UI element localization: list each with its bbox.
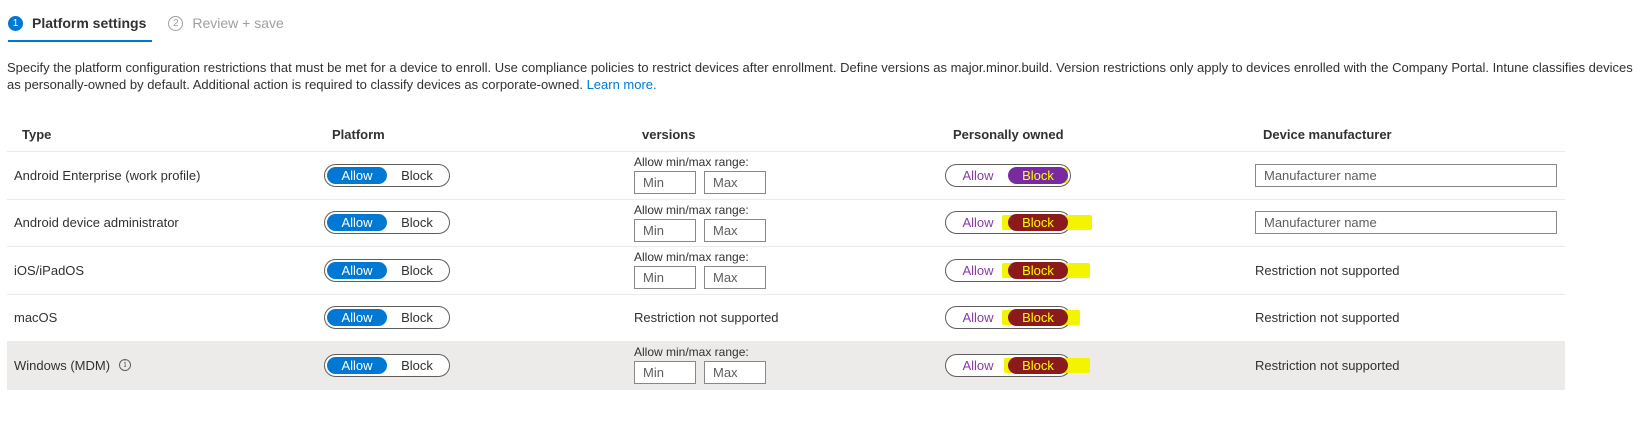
block-option[interactable]: Block xyxy=(387,309,447,326)
header-versions: versions xyxy=(642,127,696,142)
min-version-input[interactable] xyxy=(634,266,696,290)
step-number-1: 1 xyxy=(8,15,23,31)
restriction-not-supported: Restriction not supported xyxy=(1255,310,1400,326)
page-description: Specify the platform configuration restr… xyxy=(7,59,1649,93)
version-range: Allow min/max range: xyxy=(634,250,766,290)
block-option[interactable]: Block xyxy=(1008,214,1068,232)
personally-owned-toggle[interactable]: Allow Block xyxy=(945,258,1090,282)
learn-more-link[interactable]: Learn more. xyxy=(587,77,657,92)
max-version-input[interactable] xyxy=(704,266,766,290)
wizard-steps: 1 Platform settings 2 Review + save xyxy=(8,9,306,42)
step-review-save[interactable]: 2 Review + save xyxy=(168,9,289,37)
manufacturer-name-input[interactable] xyxy=(1255,211,1557,235)
block-option[interactable]: Block xyxy=(387,262,447,279)
version-range: Allow min/max range: xyxy=(634,155,766,195)
allow-option[interactable]: Allow xyxy=(327,309,387,327)
block-option[interactable]: Block xyxy=(387,357,447,374)
restriction-not-supported: Restriction not supported xyxy=(1255,262,1400,278)
platform-toggle[interactable]: Allow Block xyxy=(324,258,450,282)
table-row: Android device administrator Allow Block… xyxy=(7,200,1565,247)
allow-option[interactable]: Allow xyxy=(948,357,1008,374)
allow-option[interactable]: Allow xyxy=(948,262,1008,279)
personally-owned-toggle[interactable]: Allow Block xyxy=(945,211,1092,235)
header-device-manufacturer: Device manufacturer xyxy=(1263,127,1392,142)
personally-owned-toggle[interactable]: Allow Block xyxy=(945,306,1080,330)
block-option[interactable]: Block xyxy=(1008,166,1068,184)
allow-option[interactable]: Allow xyxy=(327,166,387,184)
table-row: macOS Allow Block Restriction not suppor… xyxy=(7,295,1565,342)
row-type: iOS/iPadOS xyxy=(14,262,85,278)
platform-toggle[interactable]: Allow Block xyxy=(324,163,450,187)
row-type: macOS xyxy=(14,310,58,326)
range-label: Allow min/max range: xyxy=(634,202,749,217)
platform-toggle[interactable]: Allow Block xyxy=(324,353,450,377)
block-option[interactable]: Block xyxy=(387,214,447,231)
table-row: iOS/iPadOS Allow Block Allow min/max ran… xyxy=(7,247,1565,295)
max-version-input[interactable] xyxy=(704,171,766,195)
info-icon[interactable]: i xyxy=(119,359,132,372)
header-platform: Platform xyxy=(332,127,385,142)
row-type: Windows (MDM) xyxy=(14,357,111,373)
min-version-input[interactable] xyxy=(634,361,696,385)
version-range: Allow min/max range: xyxy=(634,345,766,385)
max-version-input[interactable] xyxy=(704,218,766,242)
platform-restrictions-table: Type Platform versions Personally owned … xyxy=(7,118,1565,390)
platform-toggle[interactable]: Allow Block xyxy=(324,306,450,330)
range-label: Allow min/max range: xyxy=(634,250,749,265)
block-option[interactable]: Block xyxy=(1008,309,1068,327)
allow-option[interactable]: Allow xyxy=(948,214,1008,231)
restriction-not-supported: Restriction not supported xyxy=(634,310,779,326)
min-version-input[interactable] xyxy=(634,218,696,242)
personally-owned-toggle[interactable]: Allow Block xyxy=(945,353,1090,377)
row-type: Android Enterprise (work profile) xyxy=(14,167,201,183)
step-platform-settings[interactable]: 1 Platform settings xyxy=(8,9,153,42)
personally-owned-toggle[interactable]: Allow Block xyxy=(945,163,1071,187)
range-label: Allow min/max range: xyxy=(634,345,749,360)
header-personally-owned: Personally owned xyxy=(953,127,1064,142)
row-type: Android device administrator xyxy=(14,215,179,231)
version-range: Allow min/max range: xyxy=(634,202,766,242)
table-row: Windows (MDM) i Allow Block Allow min/ma… xyxy=(7,342,1565,390)
min-version-input[interactable] xyxy=(634,171,696,195)
header-type: Type xyxy=(22,127,52,142)
table-header: Type Platform versions Personally owned … xyxy=(7,118,1565,152)
description-text: Specify the platform configuration restr… xyxy=(7,60,1633,92)
block-option[interactable]: Block xyxy=(1008,261,1068,279)
block-option[interactable]: Block xyxy=(387,167,447,184)
platform-toggle[interactable]: Allow Block xyxy=(324,211,450,235)
step-label: Platform settings xyxy=(32,15,147,31)
restriction-not-supported: Restriction not supported xyxy=(1255,357,1400,373)
step-number-2: 2 xyxy=(168,15,184,31)
block-option[interactable]: Block xyxy=(1008,356,1068,374)
range-label: Allow min/max range: xyxy=(634,155,749,170)
allow-option[interactable]: Allow xyxy=(948,167,1008,184)
allow-option[interactable]: Allow xyxy=(327,356,387,374)
max-version-input[interactable] xyxy=(704,361,766,385)
table-row: Android Enterprise (work profile) Allow … xyxy=(7,152,1565,200)
allow-option[interactable]: Allow xyxy=(327,261,387,279)
step-label: Review + save xyxy=(192,15,284,31)
manufacturer-name-input[interactable] xyxy=(1255,163,1557,187)
allow-option[interactable]: Allow xyxy=(327,214,387,232)
allow-option[interactable]: Allow xyxy=(948,309,1008,326)
